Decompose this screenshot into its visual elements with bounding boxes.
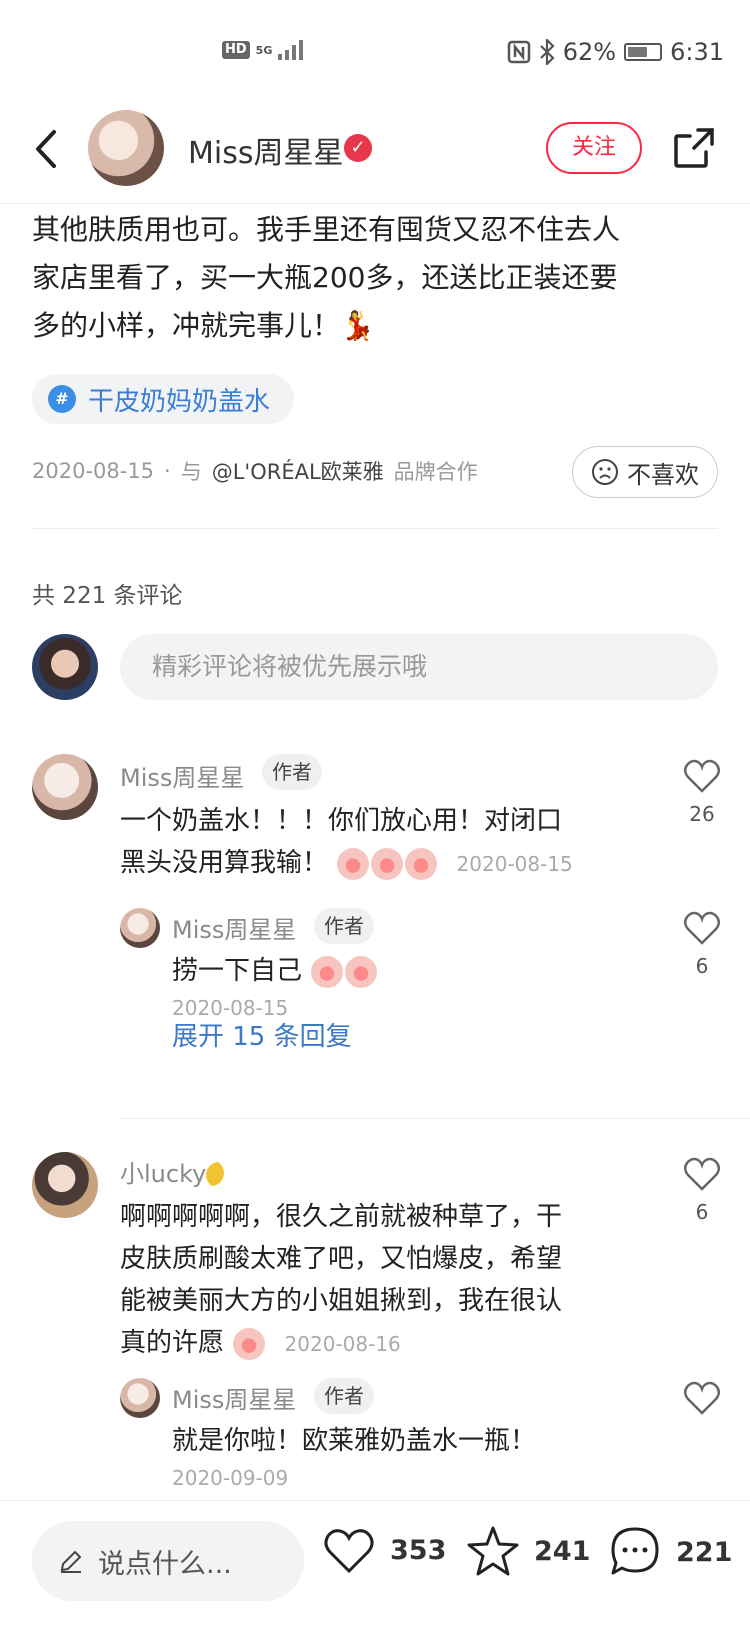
commenter-name[interactable]: Miss周星星 — [172, 1380, 296, 1415]
author-tag: 作者 — [314, 1378, 374, 1414]
reply-text[interactable]: 捞一下自己 — [172, 950, 378, 992]
collect-button[interactable]: 241 — [466, 1525, 590, 1577]
topic-label: 干皮奶妈奶盖水 — [88, 386, 271, 417]
like-count: 6 — [695, 954, 709, 978]
commenter-avatar[interactable] — [120, 908, 160, 948]
author-tag: 作者 — [314, 908, 374, 944]
status-right: 62% 6:31 — [507, 38, 724, 66]
reply-line: 捞一下自己 — [172, 956, 303, 986]
dislike-label: 不喜欢 — [627, 460, 699, 489]
comment-total: 221 — [676, 1536, 733, 1568]
comment-line: 一个奶盖水！！！你们放心用！对闭口 — [120, 806, 563, 836]
divider — [120, 1118, 750, 1119]
like-button[interactable]: 353 — [322, 1525, 446, 1575]
topic-tag[interactable]: # 干皮奶妈奶盖水 — [32, 374, 295, 424]
say-placeholder: 说点什么... — [98, 1548, 232, 1580]
heart-icon[interactable] — [682, 756, 722, 796]
comment-line: 皮肤质刷酸太难了吧，又怕爆皮，希望 — [120, 1244, 563, 1274]
author-tag: 作者 — [262, 754, 322, 790]
collect-total: 241 — [534, 1535, 591, 1567]
author-name[interactable]: Miss周星星 — [188, 128, 343, 172]
commenter-name[interactable]: Miss周星星 — [120, 758, 244, 793]
comment-line: 能被美丽大方的小姐姐揪到，我在很认 — [120, 1286, 563, 1316]
divider — [32, 528, 718, 529]
network-label: 5G — [255, 43, 273, 57]
like-count: 6 — [695, 1200, 709, 1224]
top-nav-bar: Miss周星星 ✓ 关注 — [0, 100, 750, 204]
comment-date: 2020-08-16 — [284, 1332, 401, 1356]
share-icon[interactable] — [672, 126, 716, 170]
bottom-action-bar: 说点什么... 353 241 221 — [0, 1500, 750, 1625]
emoji-icon — [405, 847, 438, 880]
commenter-avatar[interactable] — [32, 754, 98, 820]
comment-line-2: 黑头没用算我输！ 2020-08-15 — [120, 842, 640, 885]
like-total: 353 — [390, 1534, 447, 1566]
nfc-icon — [507, 40, 530, 64]
pencil-icon — [60, 1550, 82, 1573]
post-line: 多的小样，冲就完事儿！💃 — [32, 309, 375, 342]
bluetooth-icon — [539, 39, 555, 65]
heart-icon[interactable] — [682, 1378, 722, 1418]
comment-line: 真的许愿 — [120, 1328, 225, 1358]
emoji-icon — [233, 1327, 266, 1360]
expand-replies-link[interactable]: 展开 15 条回复 — [172, 1016, 352, 1053]
my-avatar — [32, 634, 98, 700]
back-arrow-icon[interactable] — [28, 124, 68, 174]
comment-date: 2020-08-15 — [456, 852, 573, 876]
meta-dot: · — [164, 459, 171, 483]
commenter-name-row[interactable]: 小lucky — [120, 1154, 233, 1189]
reply-text[interactable]: 就是你啦！欧莱雅奶盖水一瓶！ — [172, 1420, 536, 1462]
say-something-input[interactable]: 说点什么... — [32, 1521, 304, 1601]
comment-line: 黑头没用算我输！ — [120, 848, 329, 878]
emoji-icon — [311, 955, 344, 988]
comment-text[interactable]: 一个奶盖水！！！你们放心用！对闭口 黑头没用算我输！ 2020-08-15 — [120, 800, 640, 885]
comment-input[interactable]: 精彩评论将被优先展示哦 — [120, 634, 718, 700]
post-line: 家店里看了，买一大瓶200多，还送比正装还要 — [32, 261, 618, 294]
heart-icon[interactable] — [682, 1154, 722, 1194]
follow-button[interactable]: 关注 — [546, 122, 642, 174]
post-line: 其他肤质用也可。我手里还有囤货又忍不住去人 — [32, 213, 621, 246]
author-avatar[interactable] — [88, 110, 164, 186]
commenter-avatar[interactable] — [120, 1378, 160, 1418]
commenter-avatar[interactable] — [32, 1152, 98, 1218]
moon-icon — [206, 1162, 233, 1188]
frown-face-icon — [592, 459, 618, 485]
heart-icon — [324, 1529, 374, 1574]
brand-cooperation: 品牌合作 — [393, 460, 478, 484]
post-body: 其他肤质用也可。我手里还有囤货又忍不住去人 家店里看了，买一大瓶200多，还送比… — [32, 206, 722, 350]
comment-date: 2020-09-09 — [172, 1466, 289, 1490]
battery-icon — [624, 43, 663, 61]
signal-icon — [278, 40, 304, 60]
verified-badge-icon: ✓ — [344, 134, 372, 162]
network-indicator: HD 5G — [222, 40, 304, 60]
commenter-name[interactable]: Miss周星星 — [172, 910, 296, 945]
comment-bubble-icon — [611, 1527, 659, 1575]
dislike-button[interactable]: 不喜欢 — [572, 446, 718, 498]
post-date: 2020-08-15 — [32, 459, 155, 483]
hashtag-icon: # — [48, 385, 76, 413]
comment-text[interactable]: 啊啊啊啊啊，很久之前就被种草了，干 皮肤质刷酸太难了吧，又怕爆皮，希望 能被美丽… — [120, 1196, 640, 1365]
comment-button[interactable]: 221 — [608, 1525, 732, 1579]
hd-badge: HD — [222, 41, 250, 59]
battery-percent: 62% — [562, 38, 617, 66]
comment-line: 啊啊啊啊啊，很久之前就被种草了，干 — [120, 1202, 563, 1232]
heart-icon[interactable] — [682, 908, 722, 948]
emoji-icon — [337, 847, 370, 880]
commenter-name: 小lucky — [120, 1160, 207, 1188]
comment-count: 共 221 条评论 — [32, 583, 183, 609]
comment-line-4: 真的许愿 2020-08-16 — [120, 1322, 640, 1365]
brand-link[interactable]: @L'ORÉAL欧莱雅 — [212, 456, 384, 486]
emoji-icon — [345, 955, 378, 988]
meta-with: 与 — [180, 460, 202, 484]
like-count: 26 — [689, 802, 715, 826]
post-meta: 2020-08-15 · 与 @L'ORÉAL欧莱雅 品牌合作 — [32, 456, 478, 486]
status-bar: HD 5G 62% 6:31 — [0, 0, 750, 100]
emoji-icon — [371, 847, 404, 880]
star-icon — [467, 1526, 519, 1576]
clock: 6:31 — [670, 38, 724, 66]
